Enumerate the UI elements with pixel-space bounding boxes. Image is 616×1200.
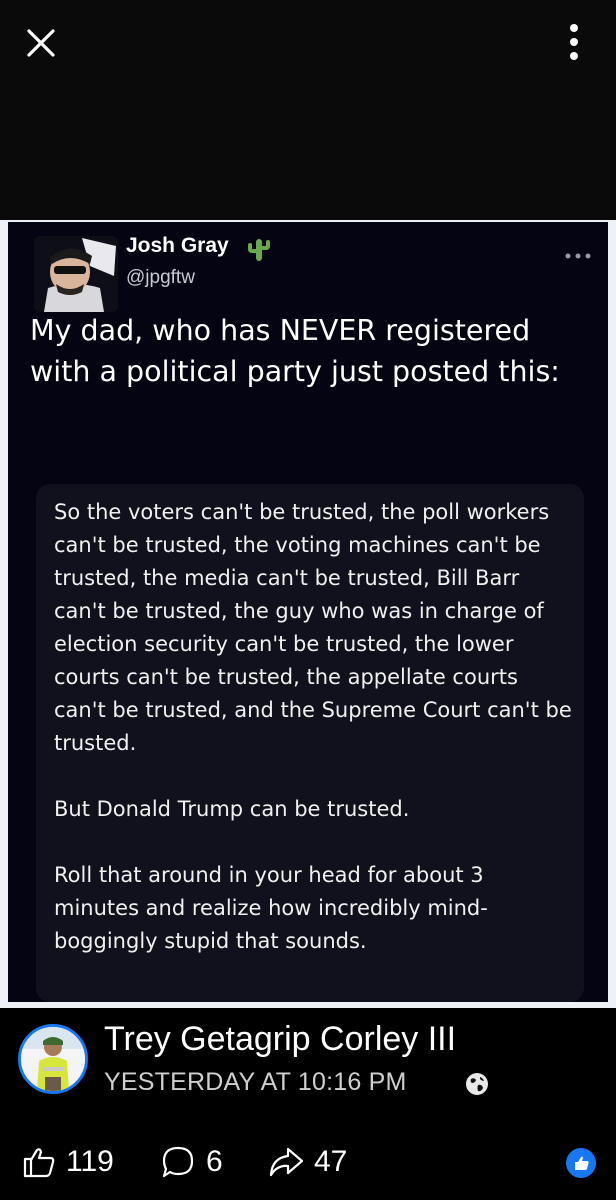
- like-reaction-icon[interactable]: [566, 1148, 596, 1178]
- post-action-bar: 119 6 47: [0, 1128, 616, 1200]
- post-author-row: Trey Getagrip Corley III YESTERDAY AT 10…: [0, 1010, 616, 1120]
- post-image[interactable]: Josh Gray @jpgftw My dad, who has NEVER …: [0, 220, 616, 1008]
- share-count: 47: [314, 1145, 348, 1178]
- post-timestamp: YESTERDAY AT 10:16 PM: [104, 1068, 407, 1096]
- viewer-top-bar: [0, 0, 616, 220]
- comment-count: 6: [206, 1145, 223, 1178]
- thumbs-up-icon: [23, 1148, 55, 1178]
- avatar[interactable]: [18, 1024, 88, 1094]
- tweet-avatar: [34, 236, 118, 312]
- quoted-post-box: So the voters can't be trusted, the poll…: [36, 484, 584, 1002]
- tweet-screenshot: Josh Gray @jpgftw My dad, who has NEVER …: [8, 222, 608, 1002]
- like-count: 119: [66, 1145, 114, 1178]
- globe-icon: [464, 1071, 490, 1097]
- tweet-handle: @jpgftw: [126, 267, 195, 288]
- tweet-author-name: Josh Gray: [126, 234, 229, 257]
- more-vertical-icon[interactable]: [556, 20, 592, 64]
- like-button[interactable]: 119: [22, 1142, 114, 1182]
- share-icon: [269, 1147, 304, 1177]
- more-horizontal-icon: [563, 246, 593, 259]
- comment-button[interactable]: 6: [160, 1142, 223, 1182]
- close-icon[interactable]: [22, 24, 60, 62]
- cactus-icon: [248, 237, 270, 261]
- comment-icon: [162, 1146, 194, 1178]
- post-author-name[interactable]: Trey Getagrip Corley III: [104, 1020, 456, 1059]
- quoted-post-text: So the voters can't be trusted, the poll…: [54, 500, 572, 953]
- share-button[interactable]: 47: [268, 1142, 347, 1182]
- tweet-text: My dad, who has NEVER registered with a …: [30, 314, 560, 388]
